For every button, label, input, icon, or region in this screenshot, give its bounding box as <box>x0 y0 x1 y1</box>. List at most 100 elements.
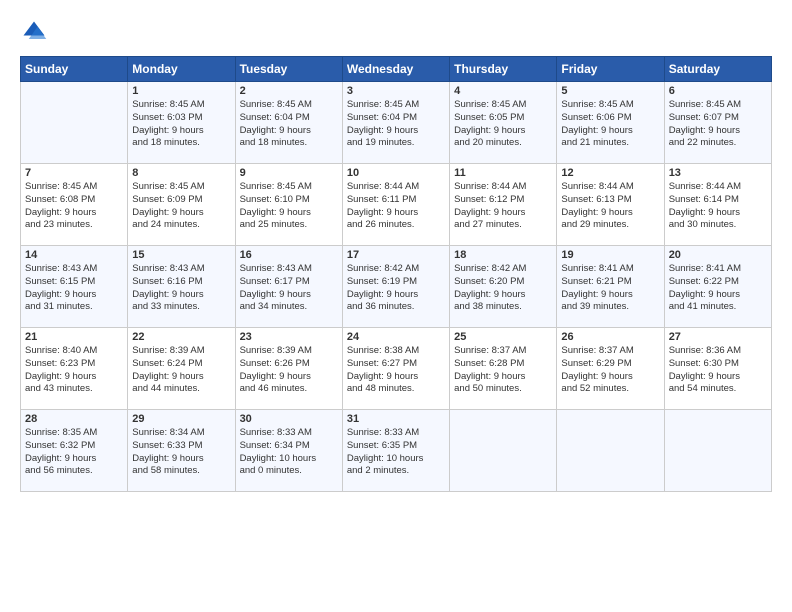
day-info: Sunrise: 8:45 AMSunset: 6:05 PMDaylight:… <box>454 99 552 150</box>
daylight-text: Daylight: 9 hoursand 18 minutes. <box>132 125 203 149</box>
header-row: SundayMondayTuesdayWednesdayThursdayFrid… <box>21 57 772 82</box>
daylight-text: Daylight: 9 hoursand 44 minutes. <box>132 371 203 395</box>
day-cell: 6 Sunrise: 8:45 AMSunset: 6:07 PMDaylight… <box>664 82 771 164</box>
day-info: Sunrise: 8:33 AMSunset: 6:34 PMDaylight:… <box>240 427 338 478</box>
col-header-friday: Friday <box>557 57 664 82</box>
sunrise-text: Sunrise: 8:38 AM <box>347 345 419 356</box>
day-info: Sunrise: 8:37 AMSunset: 6:29 PMDaylight:… <box>561 345 659 396</box>
day-cell: 15Sunrise: 8:43 AMSunset: 6:16 PMDayligh… <box>128 246 235 328</box>
daylight-text: Daylight: 9 hoursand 26 minutes. <box>347 207 418 231</box>
day-info: Sunrise: 8:38 AM Sunset: 6:27 PM Daylight:… <box>347 345 445 396</box>
daylight-text: Daylight: 9 hoursand 27 minutes. <box>454 207 525 231</box>
logo <box>20 18 52 46</box>
sunrise-text: Sunrise: 8:45 AM <box>240 181 312 192</box>
day-cell: 23 Sunrise: 8:39 AMSunset: 6:26 PMDayligh… <box>235 328 342 410</box>
sunset-text: Sunset: 6:19 PM <box>347 276 417 287</box>
col-header-sunday: Sunday <box>21 57 128 82</box>
col-header-saturday: Saturday <box>664 57 771 82</box>
sunrise-text: Sunrise: 8:44 AM <box>669 181 741 192</box>
sunset-text: Sunset: 6:10 PM <box>240 194 310 205</box>
day-info: Sunrise: 8:34 AMSunset: 6:33 PMDaylight:… <box>132 427 230 478</box>
day-cell: 12Sunrise: 8:44 AMSunset: 6:13 PMDayligh… <box>557 164 664 246</box>
sunrise-text: Sunrise: 8:41 AM <box>561 263 633 274</box>
day-info: Sunrise: 8:36 AMSunset: 6:30 PMDaylight:… <box>669 345 767 396</box>
sunset-text: Sunset: 6:30 PM <box>669 358 739 369</box>
day-cell: 5Sunrise: 8:45 AMSunset: 6:06 PMDaylight… <box>557 82 664 164</box>
sunset-text: Sunset: 6:14 PM <box>669 194 739 205</box>
daylight-text: Daylight: 9 hoursand 23 minutes. <box>25 207 96 231</box>
sunset-text: Sunset: 6:33 PM <box>132 440 202 451</box>
page: SundayMondayTuesdayWednesdayThursdayFrid… <box>0 0 792 612</box>
day-number: 24 <box>347 331 445 343</box>
day-number: 28 <box>25 413 123 425</box>
day-info: Sunrise: 8:41 AMSunset: 6:21 PMDaylight:… <box>561 263 659 314</box>
day-number: 11 <box>454 167 552 179</box>
sunrise-text: Sunrise: 8:45 AM <box>454 99 526 110</box>
sunset-text: Sunset: 6:03 PM <box>132 112 202 123</box>
day-number: 5 <box>561 85 659 97</box>
day-number: 18 <box>454 249 552 261</box>
day-info: Sunrise: 8:41 AMSunset: 6:22 PMDaylight:… <box>669 263 767 314</box>
day-info: Sunrise: 8:39 AMSunset: 6:26 PMDaylight:… <box>240 345 338 396</box>
day-number: 19 <box>561 249 659 261</box>
daylight-text: Daylight: 9 hoursand 46 minutes. <box>240 371 311 395</box>
daylight-text: Daylight: 9 hoursand 22 minutes. <box>669 125 740 149</box>
day-info: Sunrise: 8:45 AMSunset: 6:08 PMDaylight:… <box>25 181 123 232</box>
sunset-text: Sunset: 6:21 PM <box>561 276 631 287</box>
day-cell: 29Sunrise: 8:34 AMSunset: 6:33 PMDayligh… <box>128 410 235 492</box>
day-cell: 7 Sunrise: 8:45 AMSunset: 6:08 PMDaylight… <box>21 164 128 246</box>
sunrise-text: Sunrise: 8:42 AM <box>347 263 419 274</box>
day-info: Sunrise: 8:44 AM Sunset: 6:11 PM Daylight:… <box>347 181 445 232</box>
day-info: Sunrise: 8:35 AMSunset: 6:32 PMDaylight:… <box>25 427 123 478</box>
sunset-text: Sunset: 6:32 PM <box>25 440 95 451</box>
sunrise-text: Sunrise: 8:37 AM <box>561 345 633 356</box>
day-cell: 20Sunrise: 8:41 AMSunset: 6:22 PMDayligh… <box>664 246 771 328</box>
day-cell: 22Sunrise: 8:39 AMSunset: 6:24 PMDayligh… <box>128 328 235 410</box>
week-row-1: 1Sunrise: 8:45 AMSunset: 6:03 PMDaylight… <box>21 82 772 164</box>
daylight-text: Daylight: 9 hoursand 21 minutes. <box>561 125 632 149</box>
day-number: 7 <box>25 167 123 179</box>
sunset-text: Sunset: 6:04 PM <box>347 112 417 123</box>
day-number: 16 <box>240 249 338 261</box>
day-number: 21 <box>25 331 123 343</box>
sunrise-text: Sunrise: 8:44 AM <box>454 181 526 192</box>
col-header-thursday: Thursday <box>450 57 557 82</box>
day-info: Sunrise: 8:44 AMSunset: 6:12 PMDaylight:… <box>454 181 552 232</box>
week-row-5: 28 Sunrise: 8:35 AMSunset: 6:32 PMDayligh… <box>21 410 772 492</box>
day-cell <box>450 410 557 492</box>
day-number: 31 <box>347 413 445 425</box>
day-number: 23 <box>240 331 338 343</box>
daylight-text: Daylight: 10 hoursand 2 minutes. <box>347 453 424 477</box>
day-info: Sunrise: 8:45 AMSunset: 6:04 PMDaylight:… <box>240 99 338 150</box>
day-number: 14 <box>25 249 123 261</box>
day-cell: 18Sunrise: 8:42 AMSunset: 6:20 PMDayligh… <box>450 246 557 328</box>
sunset-text: Sunset: 6:35 PM <box>347 440 417 451</box>
day-number: 26 <box>561 331 659 343</box>
day-cell: 3Sunrise: 8:45 AMSunset: 6:04 PMDaylight… <box>342 82 449 164</box>
sunrise-text: Sunrise: 8:43 AM <box>240 263 312 274</box>
day-cell: 27Sunrise: 8:36 AMSunset: 6:30 PMDayligh… <box>664 328 771 410</box>
day-number: 22 <box>132 331 230 343</box>
sunset-text: Sunset: 6:13 PM <box>561 194 631 205</box>
day-cell: 26 Sunrise: 8:37 AMSunset: 6:29 PMDayligh… <box>557 328 664 410</box>
day-number: 6 <box>669 85 767 97</box>
sunrise-text: Sunrise: 8:44 AM <box>347 181 419 192</box>
day-number: 8 <box>132 167 230 179</box>
daylight-text: Daylight: 9 hoursand 36 minutes. <box>347 289 418 313</box>
sunset-text: Sunset: 6:11 PM <box>347 194 417 205</box>
day-cell: 8Sunrise: 8:45 AMSunset: 6:09 PMDaylight… <box>128 164 235 246</box>
daylight-text: Daylight: 9 hoursand 48 minutes. <box>347 371 418 395</box>
daylight-text: Daylight: 9 hoursand 58 minutes. <box>132 453 203 477</box>
day-cell: 21Sunrise: 8:40 AMSunset: 6:23 PMDayligh… <box>21 328 128 410</box>
day-info: Sunrise: 8:45 AMSunset: 6:07 PMDaylight:… <box>669 99 767 150</box>
daylight-text: Daylight: 9 hoursand 29 minutes. <box>561 207 632 231</box>
sunrise-text: Sunrise: 8:45 AM <box>347 99 419 110</box>
day-cell: 30Sunrise: 8:33 AMSunset: 6:34 PMDayligh… <box>235 410 342 492</box>
sunset-text: Sunset: 6:27 PM <box>347 358 417 369</box>
daylight-text: Daylight: 9 hoursand 30 minutes. <box>669 207 740 231</box>
logo-icon <box>20 18 48 46</box>
daylight-text: Daylight: 9 hoursand 56 minutes. <box>25 453 96 477</box>
sunrise-text: Sunrise: 8:37 AM <box>454 345 526 356</box>
day-cell: 17Sunrise: 8:42 AMSunset: 6:19 PMDayligh… <box>342 246 449 328</box>
day-cell <box>664 410 771 492</box>
